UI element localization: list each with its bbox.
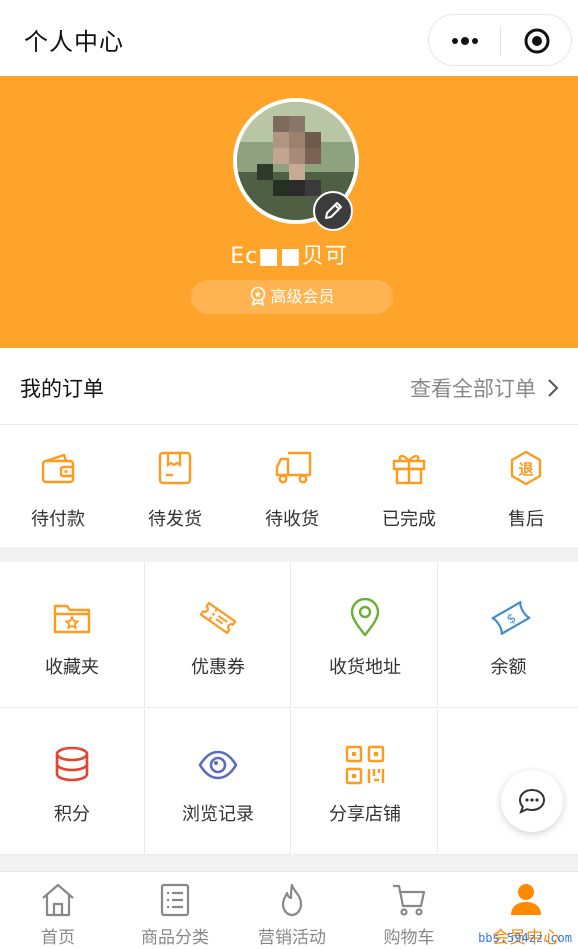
grid-item-points[interactable]: 积分 — [0, 709, 145, 855]
cart-icon — [393, 884, 426, 916]
services-grid: 收藏夹 优惠券 收货地址 $ 余额 积分 浏览记录 分享店铺 — [0, 562, 578, 855]
customer-service-button[interactable] — [501, 770, 563, 832]
tab-marketing-label: 营销活动 — [258, 928, 326, 948]
chat-bubble-icon — [518, 788, 546, 814]
coupon-icon — [199, 601, 237, 635]
order-pending-receipt-label: 待收货 — [265, 509, 319, 530]
order-pending-shipment[interactable]: 待发货 — [117, 425, 233, 547]
order-pending-shipment-label: 待发货 — [148, 509, 202, 530]
refund-icon: 退 — [510, 450, 542, 486]
location-pin-icon — [350, 598, 380, 637]
page-title: 个人中心 — [24, 28, 124, 56]
order-completed-label: 已完成 — [382, 509, 436, 530]
tab-cart[interactable]: 购物车 — [351, 872, 467, 949]
username: Ec■■贝可 — [230, 244, 348, 269]
pencil-icon — [325, 202, 342, 219]
mini-program-capsule — [428, 14, 572, 66]
order-status-row: 待付款 待发货 待收货 已完成 退 售后 — [0, 425, 578, 547]
grid-item-coupons[interactable]: 优惠券 — [146, 562, 291, 708]
tab-marketing[interactable]: 营销活动 — [234, 872, 350, 949]
capsule-divider — [500, 26, 501, 56]
navigation-bar: 个人中心 — [0, 0, 578, 76]
medal-icon — [251, 286, 266, 307]
user-icon — [511, 884, 541, 915]
profile-header: Ec■■贝可 高级会员 — [0, 76, 578, 348]
grid-item-share-store[interactable]: 分享店铺 — [293, 709, 438, 855]
truck-icon — [275, 451, 312, 484]
tab-cart-label: 购物车 — [383, 928, 435, 948]
home-icon — [42, 883, 74, 917]
close-target-icon[interactable] — [523, 27, 551, 55]
view-all-orders-link[interactable]: 查看全部订单 — [410, 373, 560, 403]
grid-item-balance-label: 余额 — [490, 657, 527, 678]
member-level-badge[interactable]: 高级会员 — [191, 280, 393, 314]
grid-item-favorites[interactable]: 收藏夹 — [0, 562, 145, 708]
flame-icon — [281, 883, 303, 917]
more-dots-icon[interactable] — [449, 27, 481, 55]
order-pending-payment[interactable]: 待付款 — [0, 425, 116, 547]
my-orders-header: 我的订单 查看全部订单 — [0, 348, 578, 425]
coins-stack-icon — [55, 746, 89, 782]
order-completed[interactable]: 已完成 — [351, 425, 467, 547]
folder-star-icon — [53, 604, 91, 634]
order-pending-receipt[interactable]: 待收货 — [234, 425, 350, 547]
grid-item-share-store-label: 分享店铺 — [329, 804, 401, 825]
order-after-sales[interactable]: 退 售后 — [468, 425, 578, 547]
my-orders-title: 我的订单 — [20, 377, 104, 401]
grid-item-favorites-label: 收藏夹 — [45, 657, 99, 678]
svg-text:退: 退 — [518, 461, 533, 479]
tab-home[interactable]: 首页 — [0, 872, 116, 949]
edit-avatar-button[interactable] — [313, 191, 353, 231]
watermark: bbs.594zz.com — [478, 931, 572, 945]
tab-categories[interactable]: 商品分类 — [117, 872, 233, 949]
view-all-orders-label: 查看全部订单 — [410, 377, 536, 401]
qr-code-icon — [345, 745, 385, 785]
grid-item-coupons-label: 优惠券 — [191, 657, 245, 678]
wallet-icon — [41, 453, 75, 484]
package-icon — [158, 451, 192, 485]
grid-item-history-label: 浏览记录 — [182, 804, 254, 825]
tab-home-label: 首页 — [41, 928, 75, 948]
tab-categories-label: 商品分类 — [141, 928, 209, 948]
grid-item-points-label: 积分 — [54, 804, 90, 825]
grid-item-history[interactable]: 浏览记录 — [146, 709, 291, 855]
list-icon — [160, 883, 190, 917]
chevron-right-icon — [548, 379, 559, 397]
order-after-sales-label: 售后 — [508, 509, 544, 530]
order-pending-payment-label: 待付款 — [31, 509, 85, 530]
money-icon: $ — [491, 601, 531, 635]
page: 个人中心 Ec■■贝可 高级会员 我的订单 查看全部订单 待付款 待发货 待收货… — [0, 0, 578, 949]
eye-icon — [198, 750, 238, 780]
grid-item-balance[interactable]: $ 余额 — [439, 562, 578, 708]
grid-item-address-label: 收货地址 — [329, 657, 401, 678]
member-level-label: 高级会员 — [270, 287, 335, 306]
gift-icon — [392, 455, 426, 485]
grid-item-address[interactable]: 收货地址 — [293, 562, 438, 708]
